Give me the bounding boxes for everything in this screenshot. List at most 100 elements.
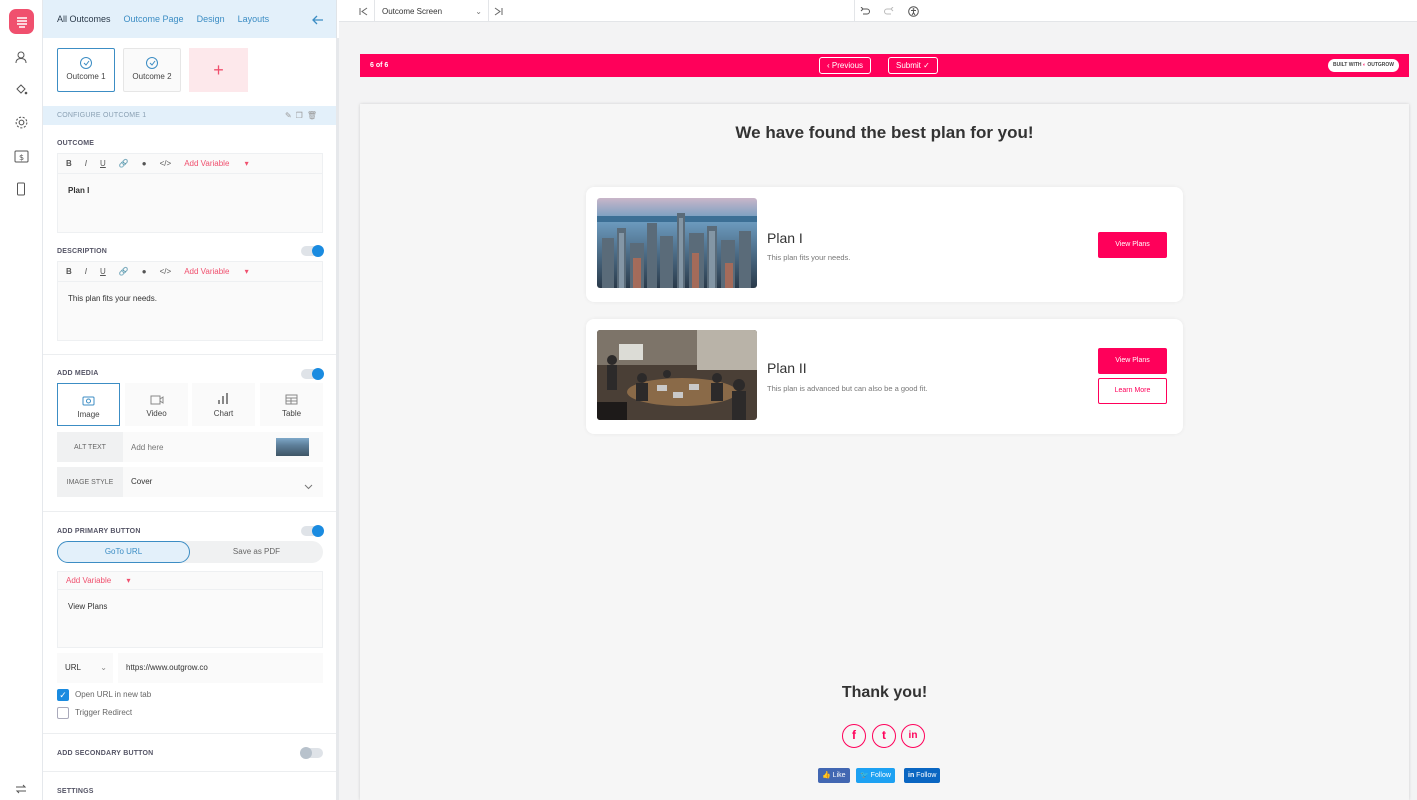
outgrow-logo-icon: ◐ [1362, 62, 1366, 68]
facebook-like-button[interactable]: 👍 Like [818, 768, 850, 783]
open-new-tab-checkbox[interactable]: ✓ [57, 689, 69, 701]
submit-button[interactable]: Submit ✓ [888, 57, 938, 74]
button-text-editor[interactable]: Add Variable ▾ View Plans [57, 571, 323, 648]
add-outcome-button[interactable]: + [189, 48, 248, 92]
secondary-button-toggle[interactable] [300, 747, 323, 759]
editor-toolbar: Add Variable ▾ [58, 572, 322, 590]
add-variable-dropdown[interactable]: Add Variable ▾ [184, 159, 248, 168]
tab-outcome-page[interactable]: Outcome Page [124, 14, 184, 24]
primary-button-toggle[interactable] [301, 525, 324, 537]
view-plans-button[interactable]: View Plans [1098, 348, 1167, 374]
edit-icon[interactable]: ✎ [285, 111, 296, 120]
copy-icon[interactable]: ❐ [296, 111, 307, 120]
media-option-label: Table [281, 409, 302, 418]
description-toggle[interactable] [301, 245, 324, 257]
underline-button[interactable]: U [100, 159, 106, 168]
color-drop-icon[interactable]: ● [142, 159, 147, 168]
alt-text-input[interactable] [127, 436, 255, 458]
chevron-down-icon[interactable] [304, 477, 313, 495]
url-row: URL ⌄ https://www.outgrow.co [57, 653, 323, 683]
italic-button[interactable]: I [85, 267, 87, 276]
alt-text-label: ALT TEXT [57, 432, 123, 462]
plan-card-1: Plan I This plan fits your needs. View P… [586, 187, 1183, 302]
media-option-chart[interactable]: Chart [192, 383, 255, 426]
payment-icon[interactable]: $ [11, 146, 31, 166]
underline-button[interactable]: U [100, 267, 106, 276]
italic-button[interactable]: I [85, 159, 87, 168]
learn-more-button[interactable]: Learn More [1098, 378, 1167, 404]
primary-button-section-label: ADD PRIMARY BUTTON [57, 528, 141, 535]
media-option-image[interactable]: Image [57, 383, 120, 426]
outcome-card-1[interactable]: Outcome 1 [57, 48, 115, 92]
configure-header: CONFIGURE OUTCOME 1 ✎❐🗑 [43, 106, 336, 125]
outcome-page: We have found the best plan for you! Pla… [360, 104, 1409, 800]
outcome-section-label: OUTCOME [57, 140, 95, 147]
chevron-down-icon: ⌄ [100, 663, 107, 672]
add-variable-dropdown[interactable]: Add Variable ▾ [66, 576, 130, 585]
outcome-editor[interactable]: B I U 🔗 ● </> Add Variable ▾ Plan I [57, 153, 323, 233]
editor-toolbar: B I U 🔗 ● </> Add Variable ▾ [58, 262, 322, 282]
first-screen-icon[interactable] [359, 0, 368, 22]
image-style-select[interactable]: Cover [131, 467, 152, 497]
undo-icon[interactable] [860, 0, 870, 22]
screen-select[interactable]: Outcome Screen ⌄ [374, 0, 489, 22]
trigger-redirect-label: Trigger Redirect [75, 708, 133, 717]
outcome-card-label: Outcome 2 [132, 72, 172, 81]
media-toggle[interactable] [301, 368, 324, 380]
image-thumbnail[interactable] [276, 438, 309, 456]
bold-button[interactable]: B [66, 267, 72, 276]
media-option-video[interactable]: Video [125, 383, 188, 426]
code-icon[interactable]: </> [160, 159, 172, 168]
add-variable-dropdown[interactable]: Add Variable ▾ [184, 267, 248, 276]
plan-title: Plan I [767, 230, 803, 246]
back-arrow-icon[interactable] [312, 12, 324, 30]
goto-url-tab[interactable]: GoTo URL [57, 541, 190, 563]
twitter-follow-button[interactable]: 🐦 Follow [856, 768, 895, 783]
previous-button[interactable]: ‹ Previous [819, 57, 872, 74]
built-with-badge[interactable]: BUILT WITH ◐ OUTGROW [1328, 59, 1399, 72]
url-type-select[interactable]: URL ⌄ [57, 653, 113, 683]
url-input[interactable]: https://www.outgrow.co [118, 653, 323, 683]
toolbar-spacer [489, 0, 855, 22]
trash-icon[interactable]: 🗑 [307, 111, 321, 120]
tab-layouts[interactable]: Layouts [238, 14, 270, 24]
paint-bucket-icon[interactable] [11, 79, 31, 99]
user-icon[interactable] [11, 47, 31, 67]
button-text[interactable]: View Plans [58, 590, 322, 623]
color-drop-icon[interactable]: ● [142, 267, 147, 276]
linkedin-follow-button[interactable]: in Follow [904, 768, 941, 783]
outcome-card-label: Outcome 1 [66, 72, 106, 81]
sync-icon[interactable] [11, 779, 31, 799]
tab-all-outcomes[interactable]: All Outcomes [57, 14, 111, 24]
mobile-icon[interactable] [11, 179, 31, 199]
bold-button[interactable]: B [66, 159, 72, 168]
trigger-redirect-checkbox[interactable] [57, 707, 69, 719]
app-logo[interactable] [9, 9, 34, 34]
plan-card-2: Plan II This plan is advanced but can al… [586, 319, 1183, 434]
table-icon [260, 383, 323, 405]
secondary-button-section-label: ADD SECONDARY BUTTON [57, 750, 154, 757]
outcome-text[interactable]: Plan I [58, 174, 322, 207]
link-icon[interactable]: 🔗 [119, 267, 129, 276]
description-editor[interactable]: B I U 🔗 ● </> Add Variable ▾ This plan f… [57, 261, 323, 341]
save-pdf-tab[interactable]: Save as PDF [190, 541, 323, 563]
view-plans-button[interactable]: View Plans [1098, 232, 1167, 258]
divider [43, 511, 336, 512]
check-circle-icon [146, 57, 158, 69]
panel-tabs: All Outcomes Outcome Page Design Layouts [43, 0, 336, 38]
thank-you-heading: Thank you! [841, 684, 928, 701]
redo-icon[interactable] [884, 0, 894, 22]
accessibility-icon[interactable] [908, 0, 919, 22]
media-option-label: Chart [213, 409, 234, 418]
tab-design[interactable]: Design [197, 14, 225, 24]
description-text[interactable]: This plan fits your needs. [58, 282, 322, 315]
video-icon [125, 383, 188, 405]
linkedin-icon[interactable]: in [901, 724, 925, 748]
gear-icon[interactable] [11, 112, 31, 132]
code-icon[interactable]: </> [160, 267, 172, 276]
twitter-icon[interactable]: t [872, 724, 896, 748]
link-icon[interactable]: 🔗 [119, 159, 129, 168]
facebook-icon[interactable]: f [842, 724, 866, 748]
media-option-table[interactable]: Table [260, 383, 323, 426]
outcome-card-2[interactable]: Outcome 2 [123, 48, 181, 92]
